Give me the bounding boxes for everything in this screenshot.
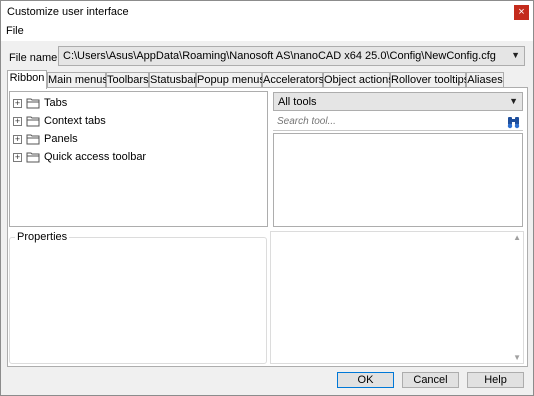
window-title: Customize user interface <box>7 6 129 18</box>
tree-item-context-tabs[interactable]: + Context tabs <box>13 113 106 129</box>
ok-button[interactable]: OK <box>337 372 394 388</box>
scroll-up-icon[interactable]: ▲ <box>513 233 521 242</box>
binoculars-icon[interactable] <box>506 114 521 129</box>
folder-icon <box>26 152 40 163</box>
properties-group: Properties <box>9 231 267 364</box>
cancel-button[interactable]: Cancel <box>402 372 459 388</box>
tools-list[interactable] <box>273 133 523 227</box>
tab-aliases[interactable]: Aliases <box>466 72 504 88</box>
help-button[interactable]: Help <box>467 372 524 388</box>
folder-icon <box>26 98 40 109</box>
tree-item-label: Context tabs <box>44 115 106 127</box>
tree-item-quick-access-toolbar[interactable]: + Quick access toolbar <box>13 149 146 165</box>
properties-grid[interactable]: ▲ ▼ <box>270 231 524 364</box>
file-name-label: File name: <box>9 52 61 64</box>
expand-icon[interactable]: + <box>13 116 22 126</box>
tool-search-box <box>273 113 523 131</box>
tab-main-menus[interactable]: Main menus <box>47 72 108 88</box>
tab-ribbon[interactable]: Ribbon <box>7 70 47 89</box>
tree-item-tabs[interactable]: + Tabs <box>13 95 67 111</box>
expand-icon[interactable]: + <box>13 152 22 162</box>
tree-item-label: Panels <box>44 133 78 145</box>
tab-popup-menus[interactable]: Popup menus <box>196 72 265 88</box>
expand-icon[interactable]: + <box>13 134 22 144</box>
scroll-down-icon[interactable]: ▼ <box>513 353 521 362</box>
folder-icon <box>26 134 40 145</box>
customize-ui-dialog: Customize user interface × File File nam… <box>0 0 534 396</box>
folder-icon <box>26 116 40 127</box>
chevron-down-icon: ▼ <box>511 50 520 60</box>
expand-icon[interactable]: + <box>13 98 22 108</box>
tools-filter-value: All tools <box>278 96 317 108</box>
tab-rollover-tooltips[interactable]: Rollover tooltips <box>390 72 469 88</box>
tab-object-actions[interactable]: Object actions <box>323 72 394 88</box>
tree-item-panels[interactable]: + Panels <box>13 131 78 147</box>
tree-item-label: Tabs <box>44 97 68 109</box>
ribbon-tree[interactable]: + Tabs + Context tabs + Panels + Quick a… <box>9 91 268 227</box>
tab-statusbar[interactable]: Statusbar <box>149 72 197 88</box>
menu-file[interactable]: File <box>6 25 24 37</box>
tree-item-label: Quick access toolbar <box>44 151 147 163</box>
chevron-down-icon: ▼ <box>509 96 518 106</box>
tools-filter-combo[interactable]: All tools ▼ <box>273 92 523 111</box>
tab-accelerators[interactable]: Accelerators <box>262 72 324 88</box>
ribbon-tab-panel: + Tabs + Context tabs + Panels + Quick a… <box>7 87 528 367</box>
file-name-combo[interactable]: C:\Users\Asus\AppData\Roaming\Nanosoft A… <box>58 46 525 66</box>
properties-label: Properties <box>15 231 70 243</box>
title-bar: Customize user interface × <box>1 1 533 23</box>
file-name-value: C:\Users\Asus\AppData\Roaming\Nanosoft A… <box>63 50 496 62</box>
menu-bar: File <box>1 23 533 41</box>
tab-toolbars[interactable]: Toolbars <box>106 72 149 88</box>
tool-search-input[interactable] <box>275 114 495 129</box>
close-button[interactable]: × <box>514 5 529 20</box>
